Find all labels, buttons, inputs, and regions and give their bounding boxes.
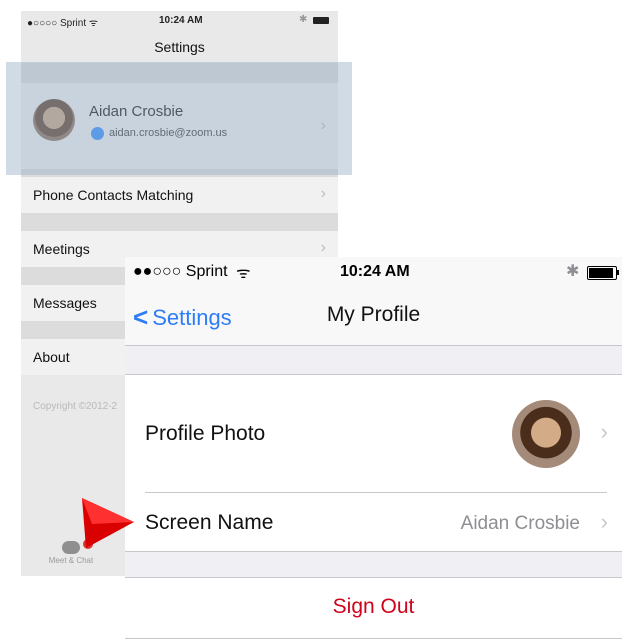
profile-group: Profile Photo › Screen Name Aidan Crosbi… bbox=[125, 374, 622, 552]
avatar bbox=[512, 400, 580, 468]
bg-chevron-icon: › bbox=[320, 185, 326, 202]
bg-time: 10:24 AM bbox=[159, 15, 203, 26]
chat-bubble-icon bbox=[62, 541, 80, 554]
bg-row-label: About bbox=[33, 349, 70, 365]
sign-out-group: Sign Out bbox=[125, 577, 622, 639]
profile-photo-row[interactable]: Profile Photo › bbox=[125, 375, 622, 492]
chevron-right-icon: › bbox=[600, 509, 608, 534]
profile-highlight-overlay bbox=[6, 62, 352, 175]
profile-photo-label: Profile Photo bbox=[145, 422, 266, 445]
bg-copyright: Copyright ©2012-2 bbox=[33, 401, 118, 412]
bg-tab-label: Meet & Chat bbox=[48, 556, 94, 565]
bg-row-label: Meetings bbox=[33, 241, 90, 257]
bg-row-label: Messages bbox=[33, 295, 97, 311]
bg-bluetooth-icon: ✱ bbox=[299, 14, 308, 25]
bg-row-phone-contacts[interactable]: Phone Contacts Matching › bbox=[21, 177, 338, 213]
navigation-bar: < Settings My Profile bbox=[125, 289, 622, 346]
status-bar: ●●○○○ Sprint ᯤ 10:24 AM ✱ bbox=[125, 257, 622, 289]
battery-tip bbox=[617, 270, 619, 275]
bg-page-title: Settings bbox=[154, 39, 205, 55]
sign-out-button[interactable]: Sign Out bbox=[125, 595, 622, 619]
status-time: 10:24 AM bbox=[340, 263, 410, 280]
wifi-icon: ᯤ bbox=[236, 265, 251, 282]
screen-name-value: Aidan Crosbie bbox=[460, 513, 580, 534]
my-profile-screen: ●●○○○ Sprint ᯤ 10:24 AM ✱ < Settings My P… bbox=[125, 257, 622, 639]
bg-battery-icon bbox=[313, 17, 329, 24]
battery-icon bbox=[587, 266, 617, 280]
carrier-label: ●●○○○ Sprint bbox=[133, 263, 228, 280]
red-pointer-arrow-icon bbox=[82, 498, 134, 548]
page-title: My Profile bbox=[326, 303, 421, 326]
bg-chevron-icon: › bbox=[320, 239, 326, 256]
bg-row-label: Phone Contacts Matching bbox=[33, 187, 194, 203]
bg-carrier: ●○○○○ Sprint ᯤ bbox=[27, 18, 99, 29]
screen-name-label: Screen Name bbox=[145, 511, 274, 534]
bluetooth-icon: ✱ bbox=[566, 263, 580, 280]
bg-status-bar: ●○○○○ Sprint ᯤ 10:24 AM ✱ bbox=[21, 11, 338, 31]
bg-section-gap bbox=[21, 213, 338, 231]
screen-name-row[interactable]: Screen Name Aidan Crosbie › bbox=[125, 493, 622, 551]
chevron-right-icon: › bbox=[600, 419, 608, 444]
